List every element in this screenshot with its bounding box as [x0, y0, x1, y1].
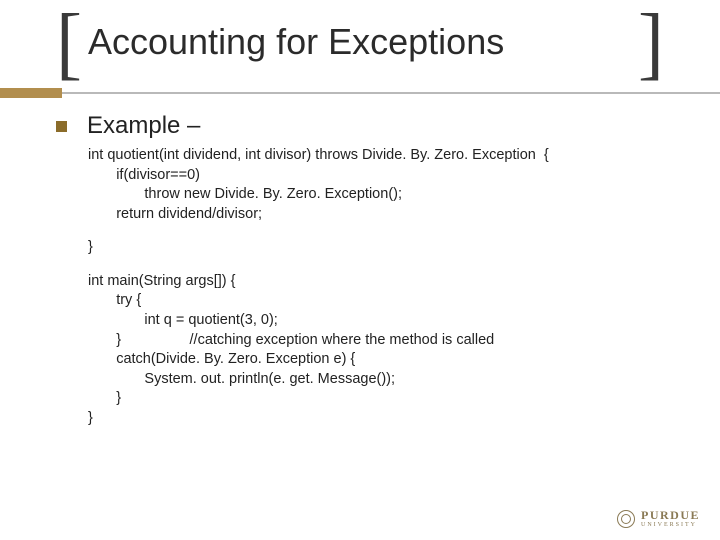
bullet-label: Example – — [87, 112, 200, 140]
title-bar: [ Accounting for Exceptions ] — [56, 10, 664, 74]
bracket-left-icon: [ — [56, 1, 82, 83]
code-line: return dividend/divisor; — [88, 205, 680, 225]
code-line: } — [88, 238, 680, 258]
code-line: } //catching exception where the method … — [88, 331, 680, 351]
code-line: int main(String args[]) { — [88, 272, 680, 292]
code-line: } — [88, 409, 680, 429]
code-line: if(divisor==0) — [88, 166, 680, 186]
seal-icon — [617, 510, 635, 528]
code-line: int quotient(int dividend, int divisor) … — [88, 146, 680, 166]
logo-main: PURDUE — [641, 509, 700, 521]
code-line: } — [88, 389, 680, 409]
code-line: try { — [88, 291, 680, 311]
logo-text: PURDUE UNIVERSITY — [641, 509, 700, 528]
bullet-row: Example – — [56, 112, 680, 140]
bracket-right-icon: ] — [638, 1, 664, 83]
accent-band — [0, 88, 720, 98]
slide: [ Accounting for Exceptions ] Example – … — [0, 0, 720, 540]
slide-body: Example – int quotient(int dividend, int… — [56, 112, 680, 492]
code-line: throw new Divide. By. Zero. Exception(); — [88, 185, 680, 205]
code-line: catch(Divide. By. Zero. Exception e) { — [88, 350, 680, 370]
accent-divider — [62, 92, 720, 94]
accent-gold-block — [0, 88, 62, 98]
square-bullet-icon — [56, 121, 67, 132]
code-block-quotient: int quotient(int dividend, int divisor) … — [88, 146, 680, 428]
logo-sub: UNIVERSITY — [641, 522, 700, 528]
code-line: int q = quotient(3, 0); — [88, 311, 680, 331]
purdue-logo: PURDUE UNIVERSITY — [617, 509, 700, 528]
slide-title: Accounting for Exceptions — [88, 21, 504, 63]
code-line: System. out. println(e. get. Message()); — [88, 370, 680, 390]
